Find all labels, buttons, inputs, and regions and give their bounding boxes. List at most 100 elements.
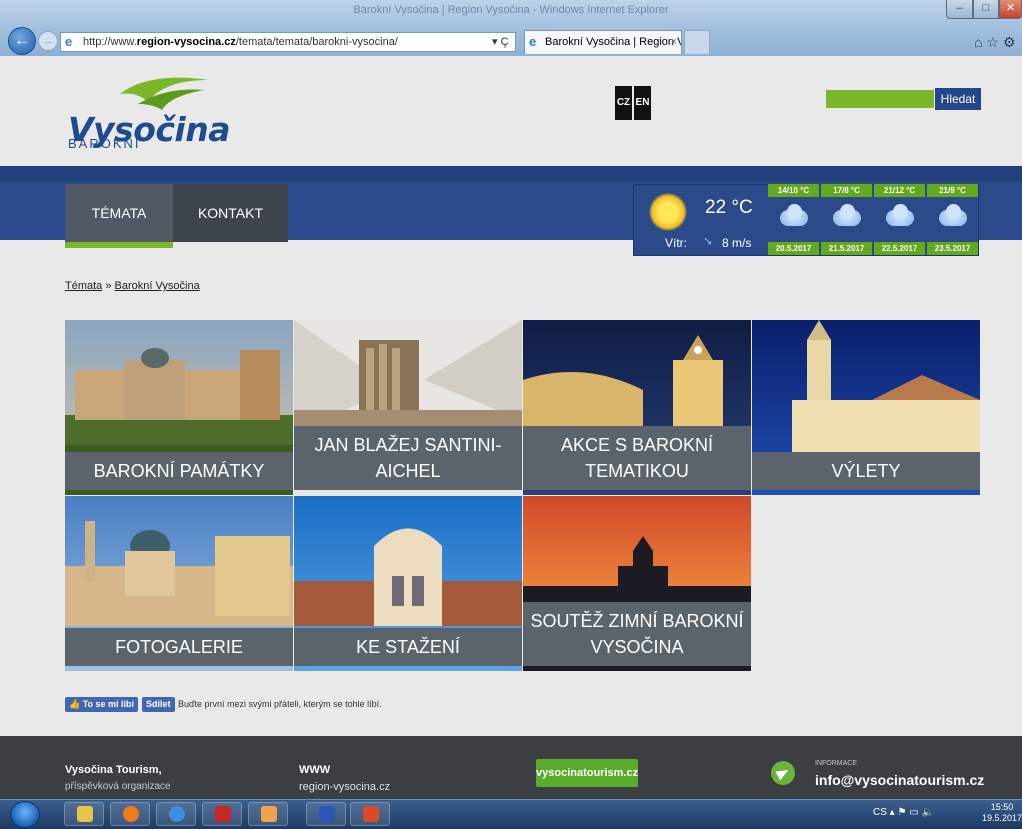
wind-label: Vítr: [665,236,688,250]
tile-label: FOTOGALERIE [65,628,293,666]
footer-info-email[interactable]: info@vysocinatourism.cz [815,772,984,788]
forecast-date: 22.5.2017 [874,242,925,255]
taskbar-acrobat[interactable] [202,802,242,826]
taskbar-save[interactable] [306,802,346,826]
tile-label: VÝLETY [752,452,980,490]
home-favorites-tools-icon[interactable]: ⌂☆⚙ [974,34,1020,51]
url-prefix: http://www. [83,36,137,48]
language-cz-button[interactable]: CZ [615,86,632,120]
tile-santini-aichel[interactable]: JAN BLAŽEJ SANTINI-AICHEL [294,320,522,495]
breadcrumb-root-link[interactable]: Témata [65,280,102,292]
maximize-button[interactable]: □ [973,0,999,19]
taskbar-explorer[interactable] [64,802,104,826]
floppy-icon [319,806,335,822]
acrobat-icon [215,806,231,822]
forward-button[interactable]: → [38,31,58,51]
forecast-day: 14/10 °C 20.5.2017 [768,184,819,256]
url-path: /temata/temata/barokni-vysocina/ [235,36,398,48]
tile-label: BAROKNÍ PAMÁTKY [65,452,293,490]
menu-item-temata[interactable]: TÉMATA [65,184,173,248]
ie-icon [169,806,185,822]
clock-date: 19.5.2017 [982,813,1022,823]
tile-label: AKCE S BAROKNÍ TEMATIKOU [523,426,751,490]
forecast-day: 21/12 °C 22.5.2017 [874,184,925,256]
tab-title: Barokní Vysočina | Region V... [545,36,682,48]
tile-vylety[interactable]: VÝLETY [752,320,980,495]
logo-subtitle: BAROKNÍ [68,136,141,151]
ie-page-icon: e [65,34,73,49]
forecast-date: 23.5.2017 [927,242,978,255]
breadcrumb-current-link[interactable]: Barokní Vysočina [115,280,200,292]
facebook-social-text: Buďte první mezi svými přáteli, kterým s… [178,699,382,709]
refresh-icon[interactable]: ▾ Ç [492,35,509,48]
tile-label: SOUTĚŽ ZIMNÍ BAROKNÍ VYSOČINA [523,602,751,666]
folder-icon [77,806,93,822]
footer-organization-type: příspěvková organizace [65,781,171,792]
start-button[interactable] [10,801,40,828]
facebook-like-button[interactable]: 👍 To se mi líbí [65,697,139,712]
rain-cloud-icon [883,204,917,230]
thumbs-up-icon: 👍 [69,699,83,709]
tile-soutez[interactable]: SOUTĚŽ ZIMNÍ BAROKNÍ VYSOČINA [523,496,751,671]
search-input[interactable] [826,90,934,108]
system-tray[interactable]: CS ▴ ⚑ ▭ 🔈 [873,807,934,818]
cloud-icon [936,204,970,230]
taskbar-media[interactable] [110,802,150,826]
new-tab-button[interactable] [684,30,710,54]
taskbar-powerpoint[interactable] [350,802,390,826]
forecast-temp: 21/12 °C [874,184,925,197]
wind-direction-icon: ➘ [703,234,714,248]
vysocinatourism-button[interactable]: vysocinatourism.cz [536,759,638,787]
media-player-icon [123,806,139,822]
url-domain: region-vysocina.cz [136,36,236,48]
navigation-band-top [0,166,1022,182]
tile-label: JAN BLAŽEJ SANTINI-AICHEL [294,426,522,490]
address-bar[interactable]: e http://www.region-vysocina.cz/temata/t… [60,32,516,52]
footer-www-label: WWW [299,764,331,776]
forecast-date: 20.5.2017 [768,242,819,255]
like-label: To se mi líbí [82,699,135,709]
footer-www-link[interactable]: region-vysocina.cz [299,781,390,793]
clock-time: 15:50 [990,802,1014,812]
logo-swoosh-icon [120,77,208,110]
forecast-day: 21/9 °C 23.5.2017 [927,184,978,256]
window-title: Barokní Vysočina | Region Vysočina - Win… [353,4,669,16]
language-en-button[interactable]: EN [634,86,651,120]
footer-organization: Vysočina Tourism, [65,764,162,776]
outlook-icon [261,806,277,822]
current-temperature: 22 °C [705,197,753,218]
tab-close-icon[interactable]: × [671,31,677,53]
rain-cloud-icon [777,204,811,230]
facebook-share-button[interactable]: Sdílet [142,697,175,712]
forecast-day: 17/8 °C 21.5.2017 [821,184,872,256]
breadcrumb-separator: » [102,280,115,292]
minimize-button[interactable]: – [946,0,973,19]
title-bar: Barokní Vysočina | Region Vysočina - Win… [0,0,1022,22]
back-button[interactable]: ← [8,27,36,55]
tile-label: KE STAŽENÍ [294,628,522,666]
forecast-temp: 14/10 °C [768,184,819,197]
search-button[interactable]: Hledat [935,88,981,110]
footer-info-label: INFORMACE [815,760,857,767]
forecast-temp: 17/8 °C [821,184,872,197]
windows-taskbar [0,799,1022,829]
close-window-button[interactable]: ✕ [999,0,1022,19]
forecast-date: 21.5.2017 [821,242,872,255]
browser-tab[interactable]: e Barokní Vysočina | Region V... × [524,30,682,54]
browser-chrome: Barokní Vysočina | Region Vysočina - Win… [0,0,1022,56]
clock[interactable]: 15:50 19.5.2017 [982,802,1022,824]
cloud-icon [830,204,864,230]
tile-fotogalerie[interactable]: FOTOGALERIE [65,496,293,671]
wind-value: 8 m/s [722,236,752,250]
tile-barokni-pamatky[interactable]: BAROKNÍ PAMÁTKY [65,320,293,495]
taskbar-outlook[interactable] [248,802,288,826]
send-icon [771,761,795,785]
tile-ke-stazeni[interactable]: KE STAŽENÍ [294,496,522,671]
tile-akce[interactable]: AKCE S BAROKNÍ TEMATIKOU [523,320,751,495]
sun-icon [649,193,687,231]
powerpoint-icon [363,806,379,822]
menu-item-kontakt[interactable]: KONTAKT [173,184,288,242]
taskbar-ie[interactable] [156,802,196,826]
web-page: Vysočina BAROKNÍ CZ EN Hledat TÉMATA KON… [0,56,1022,799]
forecast-temp: 21/9 °C [927,184,978,197]
